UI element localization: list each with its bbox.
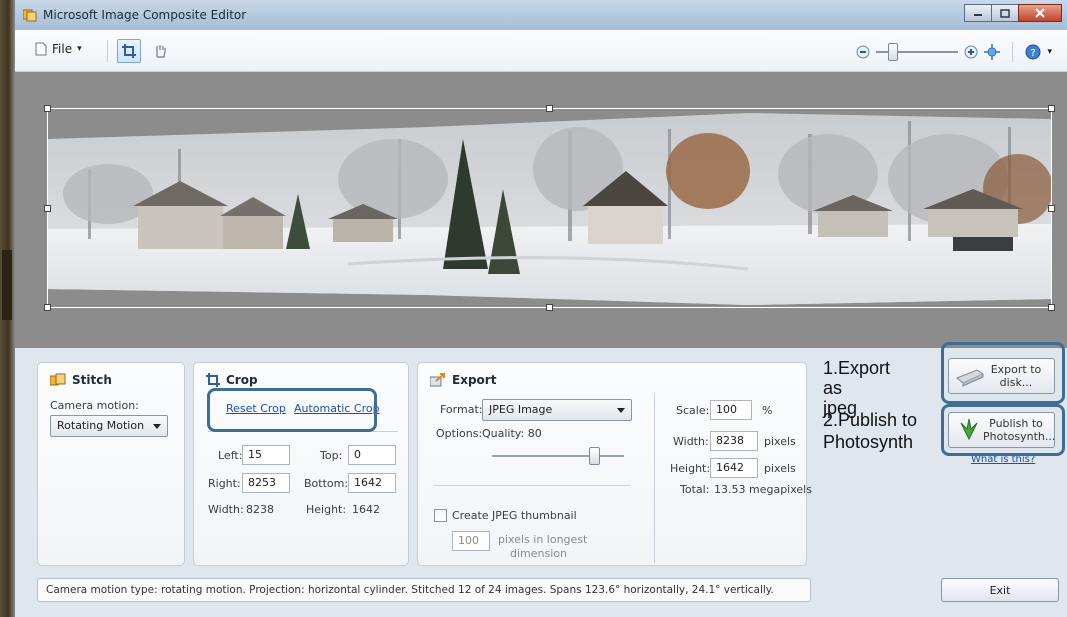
export-icon — [430, 373, 445, 387]
annotation-export-line2: as — [823, 378, 843, 398]
svg-text:?: ? — [1031, 48, 1036, 59]
thumbnail-desc-line1: pixels in longest — [498, 533, 588, 546]
scale-unit: % — [762, 404, 773, 417]
crop-icon — [206, 373, 220, 387]
export-height-input[interactable]: 1642 — [710, 458, 758, 478]
zoom-slider[interactable] — [876, 43, 959, 61]
total-label: Total: — [680, 483, 710, 496]
crop-height-label: Height: — [306, 503, 347, 516]
export-panel-title: Export — [430, 373, 496, 387]
export-height-label: Height: — [670, 462, 711, 475]
stitch-icon — [50, 373, 66, 386]
format-dropdown[interactable]: JPEG Image — [482, 399, 632, 421]
crop-icon — [122, 44, 136, 58]
format-label: Format: — [440, 403, 483, 416]
title-bar: Microsoft Image Composite Editor — [15, 0, 1067, 30]
crop-handle-bottom-right[interactable] — [1048, 304, 1055, 311]
crop-left-input[interactable]: 15 — [242, 445, 290, 465]
crop-handle-left[interactable] — [44, 205, 51, 212]
total-value: 13.53 megapixels — [714, 483, 812, 496]
camera-motion-dropdown[interactable]: Rotating Motion — [50, 415, 168, 437]
quality-slider-thumb[interactable] — [589, 447, 600, 465]
crop-panel-title: Crop — [206, 373, 258, 387]
file-menu-label: File — [52, 42, 73, 56]
export-panel: Export Format: JPEG Image Options: Quali… — [417, 362, 812, 566]
publish-highlight — [941, 404, 1065, 456]
crop-handle-bottom-left[interactable] — [44, 304, 51, 311]
maximize-icon — [1000, 8, 1010, 18]
crop-right-input[interactable]: 8253 — [242, 473, 290, 493]
annotation-export-line1: 1.Export — [823, 358, 891, 378]
settings-area: Stitch Camera motion: Rotating Motion Cr… — [15, 342, 1067, 617]
exit-button[interactable]: Exit — [941, 578, 1059, 602]
crop-width-label: Width: — [208, 503, 244, 516]
thumbnail-pixels-input[interactable]: 100 — [452, 531, 490, 551]
quality-slider[interactable] — [492, 447, 624, 465]
help-chevron-icon[interactable]: ▾ — [1047, 47, 1052, 57]
crop-height-value: 1642 — [352, 503, 380, 516]
options-label: Options: — [436, 427, 483, 440]
fit-to-window-icon[interactable] — [984, 44, 1001, 60]
crop-top-label: Top: — [320, 449, 343, 462]
crop-left-label: Left: — [218, 449, 243, 462]
document-icon — [35, 42, 47, 56]
pan-tool-button[interactable] — [148, 39, 172, 63]
annotation-publish-line2: Photosynth — [823, 432, 914, 452]
crop-bottom-label: Bottom: — [304, 477, 349, 490]
hand-icon — [156, 45, 166, 58]
maximize-button[interactable] — [991, 4, 1019, 22]
minimize-icon — [974, 14, 982, 16]
crop-links-highlight — [207, 388, 377, 432]
crop-handle-top-left[interactable] — [44, 105, 51, 112]
image-canvas[interactable] — [15, 72, 1067, 348]
export-highlight — [941, 342, 1065, 404]
crop-rectangle[interactable] — [47, 108, 1052, 308]
chevron-down-icon — [153, 424, 161, 429]
file-menu-button[interactable]: File ▾ — [35, 42, 82, 56]
annotation-publish-line1: 2.Publish to — [823, 410, 918, 430]
zoom-controls: ? ▾ — [856, 42, 1052, 62]
zoom-out-icon[interactable] — [856, 45, 870, 59]
toolbar: File ▾ ? ▾ — [15, 30, 1067, 72]
window-title: Microsoft Image Composite Editor — [43, 8, 247, 22]
crop-handle-bottom[interactable] — [546, 304, 553, 311]
chevron-down-icon: ▾ — [77, 44, 82, 54]
desktop-background-strip — [0, 0, 14, 617]
crop-tool-button[interactable] — [117, 39, 141, 63]
crop-right-label: Right: — [208, 477, 241, 490]
help-icon[interactable]: ? — [1025, 44, 1041, 60]
camera-motion-label: Camera motion: — [50, 399, 139, 412]
chevron-down-icon — [617, 408, 625, 413]
export-width-unit: pixels — [764, 435, 796, 448]
crop-handle-top[interactable] — [546, 105, 553, 112]
crop-handle-top-right[interactable] — [1048, 105, 1055, 112]
minimize-button[interactable] — [964, 4, 992, 22]
thumbnail-label: Create JPEG thumbnail — [452, 509, 577, 522]
thumbnail-desc-line2: dimension — [510, 547, 567, 560]
app-logo-icon — [22, 8, 37, 22]
export-width-input[interactable]: 8238 — [710, 431, 758, 451]
stitch-panel-title: Stitch — [50, 373, 112, 387]
thumbnail-checkbox[interactable] — [434, 509, 447, 522]
export-height-unit: pixels — [764, 462, 796, 475]
stitch-panel: Stitch Camera motion: Rotating Motion — [37, 362, 185, 566]
close-icon — [1035, 8, 1045, 18]
quality-label: Quality: 80 — [482, 427, 542, 440]
crop-handle-right[interactable] — [1048, 205, 1055, 212]
app-window: Microsoft Image Composite Editor File ▾ — [14, 0, 1067, 617]
scale-input[interactable]: 100 — [710, 400, 752, 420]
scale-label: Scale: — [676, 404, 710, 417]
close-button[interactable] — [1018, 4, 1062, 22]
export-width-label: Width: — [673, 435, 709, 448]
crop-top-input[interactable]: 0 — [348, 445, 396, 465]
crop-bottom-input[interactable]: 1642 — [348, 473, 396, 493]
crop-width-value: 8238 — [246, 503, 274, 516]
zoom-in-icon[interactable] — [964, 45, 978, 59]
status-bar: Camera motion type: rotating motion. Pro… — [37, 578, 811, 602]
